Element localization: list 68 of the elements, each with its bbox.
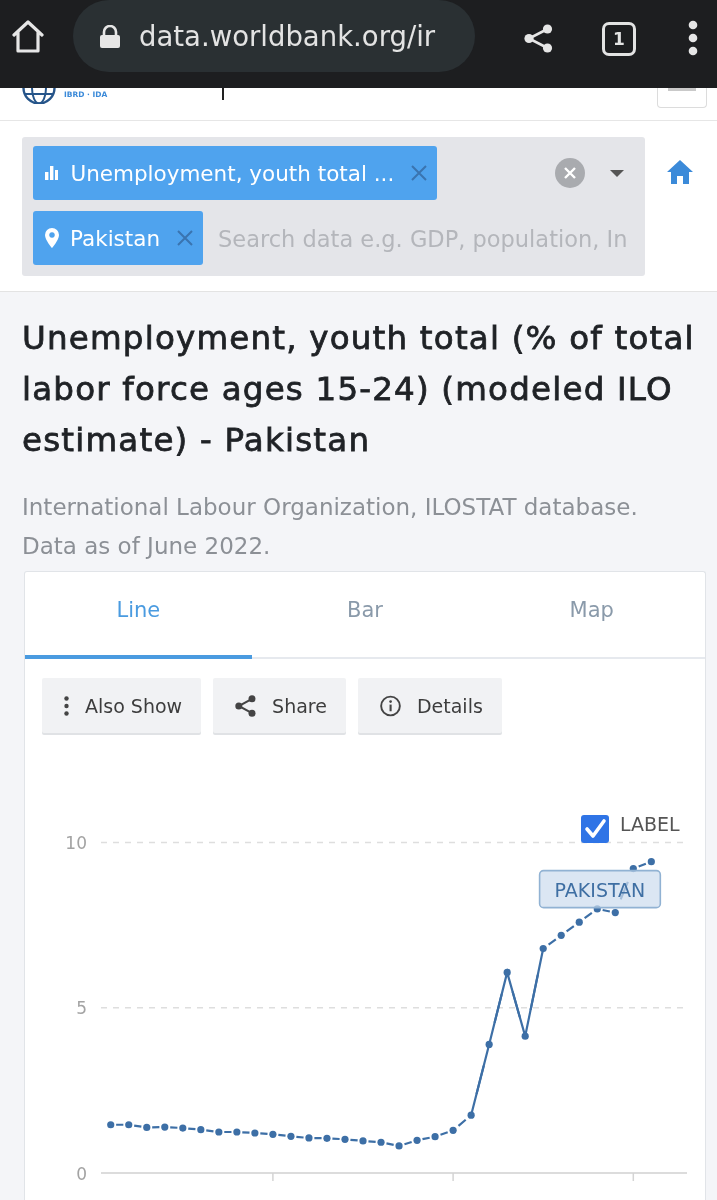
data-point — [305, 1134, 313, 1142]
data-point — [359, 1137, 367, 1145]
source-note: International Labour Organization, ILOSTAT database. Data as of June 2022. — [22, 493, 639, 561]
data-point — [647, 858, 655, 866]
data-point — [179, 1124, 187, 1132]
data-point — [287, 1132, 295, 1140]
more-icon — [64, 695, 69, 716]
home-button[interactable] — [667, 160, 693, 184]
chart-tab[interactable]: Line — [25, 572, 252, 659]
y-axis-label: 10 — [65, 833, 87, 853]
checkbox-label: LABEL — [620, 813, 680, 835]
data-point — [143, 1123, 151, 1131]
data-point — [197, 1126, 205, 1134]
data-point — [161, 1123, 169, 1131]
lock-icon — [100, 24, 120, 48]
bar-chart-icon — [45, 166, 59, 180]
chip-label: Pakistan — [70, 225, 161, 251]
data-point — [341, 1135, 349, 1143]
action-button[interactable]: Also Show — [42, 678, 202, 733]
data-point — [413, 1136, 421, 1144]
tab-switcher-button[interactable]: 1 — [602, 22, 636, 56]
home-icon[interactable] — [11, 20, 45, 53]
data-point — [125, 1121, 133, 1129]
action-button[interactable]: Details — [357, 678, 502, 733]
filter-chip[interactable]: Unemployment, youth total ... — [33, 146, 438, 200]
location-pin-icon — [45, 228, 59, 248]
menu-icon — [668, 88, 696, 91]
data-point — [323, 1134, 331, 1142]
address-bar[interactable]: data.worldbank.org/ir — [73, 0, 475, 72]
filter-chip[interactable]: Pakistan — [33, 211, 204, 265]
caret-icon[interactable] — [610, 169, 624, 177]
share-icon[interactable] — [524, 24, 553, 53]
clear-icon — [555, 158, 585, 188]
clear-button[interactable] — [555, 158, 585, 188]
y-axis-label: 0 — [76, 1163, 87, 1184]
data-point — [269, 1130, 277, 1138]
data-point — [377, 1138, 385, 1146]
data-point — [467, 1111, 475, 1119]
data-point — [539, 945, 547, 953]
data-point — [395, 1142, 403, 1150]
data-point — [431, 1133, 439, 1141]
data-point — [107, 1121, 115, 1129]
data-point — [251, 1129, 259, 1137]
info-icon — [379, 694, 401, 717]
data-point — [233, 1128, 241, 1136]
menu-icon[interactable] — [688, 20, 698, 56]
close-icon — [411, 165, 428, 181]
close-icon — [177, 230, 194, 246]
share-icon — [235, 694, 257, 717]
data-point — [557, 931, 565, 939]
data-point — [449, 1126, 457, 1134]
data-point — [215, 1128, 223, 1136]
chart-tab[interactable]: Bar — [251, 572, 479, 659]
chart-tab[interactable]: Map — [478, 572, 705, 659]
series-label: PAKISTAN — [538, 869, 662, 909]
y-axis-label: 5 — [76, 998, 87, 1019]
data-point — [485, 1040, 493, 1049]
data-point — [575, 918, 583, 926]
globe-icon — [22, 88, 56, 104]
series-label: PAKISTAN — [554, 878, 646, 901]
data-point — [521, 1032, 529, 1040]
data-point — [503, 968, 511, 976]
action-button[interactable]: Share — [213, 678, 346, 733]
page-title: Unemployment, youth total (% of total labor force ages 15-24) (modeled ILO estimate) - Pakistan — [22, 318, 696, 461]
chip-label: Unemployment, youth total ... — [70, 160, 395, 186]
home-icon — [667, 160, 693, 184]
label-checkbox[interactable] — [581, 815, 609, 843]
data-point — [611, 908, 619, 917]
